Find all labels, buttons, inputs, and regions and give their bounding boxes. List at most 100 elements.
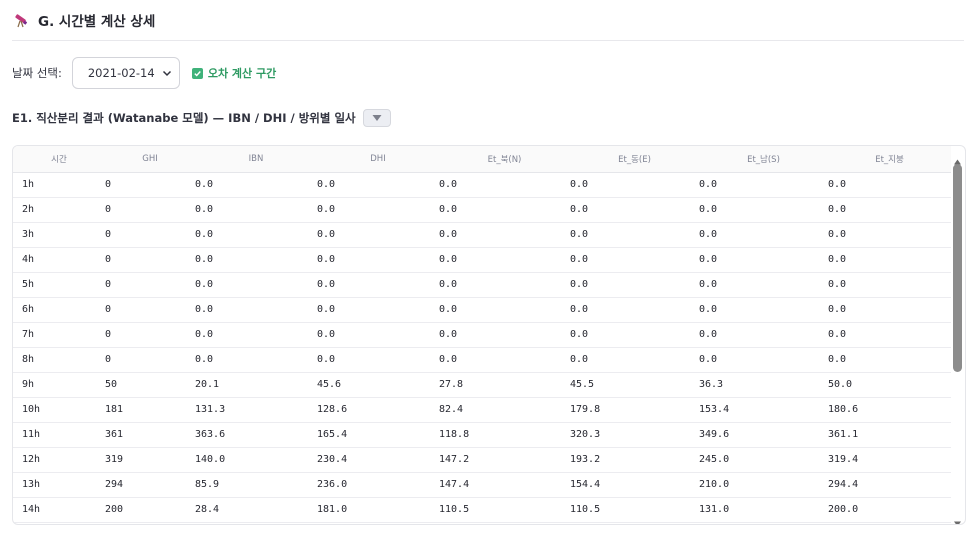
table-cell[interactable]: 6h <box>13 297 105 323</box>
table-cell[interactable]: 82.4 <box>439 397 570 423</box>
table-cell[interactable]: 131.0 <box>699 497 828 523</box>
table-cell[interactable]: 361 <box>105 422 195 448</box>
table-cell[interactable]: 200 <box>105 497 195 523</box>
table-cell[interactable]: 20.1 <box>195 372 317 398</box>
table-cell[interactable]: 179.8 <box>570 397 699 423</box>
table-cell[interactable]: 28.4 <box>195 497 317 523</box>
table-cell[interactable]: 110.5 <box>570 497 699 523</box>
table-cell[interactable]: 0.0 <box>699 222 828 248</box>
table-cell[interactable]: 294 <box>105 472 195 498</box>
table-cell[interactable]: 165.4 <box>317 422 439 448</box>
table-cell[interactable]: 147.4 <box>439 472 570 498</box>
table-cell[interactable]: 0.0 <box>195 197 317 223</box>
vertical-scrollbar[interactable] <box>952 150 963 524</box>
table-cell[interactable]: 0.0 <box>828 247 951 273</box>
table-cell[interactable]: 0.0 <box>317 347 439 373</box>
table-cell[interactable]: 154.4 <box>570 472 699 498</box>
table-cell[interactable]: 13h <box>13 472 105 498</box>
table-cell[interactable]: 320.3 <box>570 422 699 448</box>
table-cell[interactable]: 128.6 <box>317 397 439 423</box>
table-cell[interactable]: 0.0 <box>439 197 570 223</box>
table-cell[interactable]: 50 <box>105 372 195 398</box>
table-cell[interactable]: 180.6 <box>828 397 951 423</box>
expand-toggle-button[interactable] <box>362 109 391 127</box>
table-cell[interactable]: 0.0 <box>699 172 828 198</box>
table-cell[interactable]: 200.0 <box>828 497 951 523</box>
table-cell[interactable]: 118.8 <box>439 422 570 448</box>
table-cell[interactable]: 0.0 <box>570 222 699 248</box>
table-cell[interactable]: 147.2 <box>439 447 570 473</box>
table-cell[interactable]: 0.0 <box>195 297 317 323</box>
table-cell[interactable]: 45.5 <box>570 372 699 398</box>
table-cell[interactable]: 0.0 <box>439 322 570 348</box>
table-cell[interactable]: 3h <box>13 222 105 248</box>
table-cell[interactable]: 10h <box>13 397 105 423</box>
table-cell[interactable]: 0.0 <box>195 272 317 298</box>
table-cell[interactable]: 0.0 <box>317 272 439 298</box>
table-cell[interactable]: 0.0 <box>699 347 828 373</box>
table-cell[interactable]: 0.0 <box>439 347 570 373</box>
table-cell[interactable]: 0.0 <box>195 347 317 373</box>
table-cell[interactable]: 210.0 <box>699 472 828 498</box>
table-cell[interactable]: 0.0 <box>570 297 699 323</box>
table-cell[interactable]: 181.0 <box>317 497 439 523</box>
table-cell[interactable]: 0.0 <box>195 222 317 248</box>
column-header[interactable]: IBN <box>195 146 317 173</box>
table-cell[interactable]: 181 <box>105 397 195 423</box>
table-cell[interactable]: 0.0 <box>570 322 699 348</box>
scrollbar-thumb[interactable] <box>953 164 962 372</box>
table-cell[interactable]: 5h <box>13 272 105 298</box>
table-cell[interactable]: 4h <box>13 247 105 273</box>
error-range-checkbox[interactable]: 오차 계산 구간 <box>191 65 276 81</box>
table-cell[interactable]: 0.0 <box>439 272 570 298</box>
table-cell[interactable]: 0.0 <box>439 172 570 198</box>
scroll-down-icon[interactable] <box>953 513 962 524</box>
table-cell[interactable]: 0 <box>105 322 195 348</box>
table-cell[interactable]: 1h <box>13 172 105 198</box>
data-grid[interactable]: 시간 GHI IBN DHI Et_북(N) Et_동(E) Et_남(S) Et_지붕 1h… <box>12 145 966 525</box>
table-cell[interactable]: 0 <box>105 297 195 323</box>
table-cell[interactable]: 0.0 <box>828 347 951 373</box>
table-cell[interactable]: 0.0 <box>828 272 951 298</box>
table-cell[interactable]: 85.9 <box>195 472 317 498</box>
table-cell[interactable]: 36.3 <box>699 372 828 398</box>
table-cell[interactable]: 0.0 <box>828 222 951 248</box>
table-cell[interactable]: 0.0 <box>195 172 317 198</box>
table-cell[interactable]: 45.6 <box>317 372 439 398</box>
table-cell[interactable]: 0.0 <box>570 172 699 198</box>
table-cell[interactable]: 0 <box>105 247 195 273</box>
column-header[interactable]: DHI <box>317 146 439 173</box>
table-cell[interactable]: 0.0 <box>317 247 439 273</box>
table-cell[interactable]: 0.0 <box>699 247 828 273</box>
table-cell[interactable]: 0.0 <box>828 172 951 198</box>
table-cell[interactable]: 319 <box>105 447 195 473</box>
table-cell[interactable]: 0.0 <box>317 222 439 248</box>
table-cell[interactable]: 0.0 <box>317 297 439 323</box>
table-cell[interactable]: 236.0 <box>317 472 439 498</box>
table-cell[interactable]: 14h <box>13 497 105 523</box>
column-header[interactable]: 시간 <box>13 146 105 173</box>
table-cell[interactable]: 9h <box>13 372 105 398</box>
table-cell[interactable]: 8h <box>13 347 105 373</box>
table-cell[interactable]: 0 <box>105 197 195 223</box>
table-cell[interactable]: 12h <box>13 447 105 473</box>
table-cell[interactable]: 50.0 <box>828 372 951 398</box>
column-header[interactable]: Et_남(S) <box>699 146 828 173</box>
table-cell[interactable]: 0.0 <box>439 247 570 273</box>
table-cell[interactable]: 0.0 <box>828 322 951 348</box>
table-cell[interactable]: 11h <box>13 422 105 448</box>
column-header[interactable]: Et_지붕 <box>828 146 951 173</box>
table-cell[interactable]: 0.0 <box>317 197 439 223</box>
table-cell[interactable]: 0.0 <box>195 247 317 273</box>
table-cell[interactable]: 230.4 <box>317 447 439 473</box>
table-cell[interactable]: 0 <box>105 172 195 198</box>
table-cell[interactable]: 0.0 <box>195 322 317 348</box>
table-cell[interactable]: 131.3 <box>195 397 317 423</box>
table-cell[interactable]: 2h <box>13 197 105 223</box>
table-cell[interactable]: 0.0 <box>570 197 699 223</box>
table-cell[interactable]: 153.4 <box>699 397 828 423</box>
date-select[interactable]: 2021-02-14 <box>71 57 180 89</box>
table-cell[interactable]: 0.0 <box>570 347 699 373</box>
table-cell[interactable]: 294.4 <box>828 472 951 498</box>
scroll-up-icon[interactable] <box>953 151 962 165</box>
